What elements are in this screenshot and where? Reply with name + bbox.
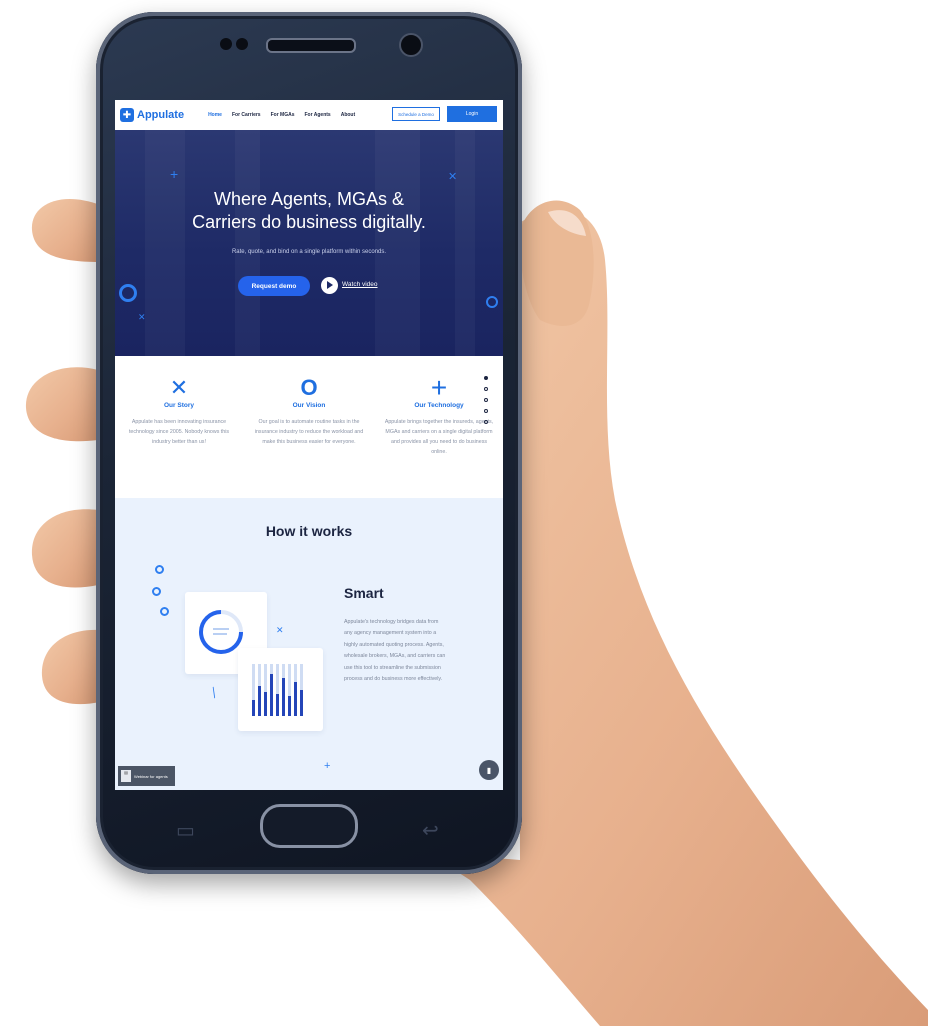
ring-icon xyxy=(486,296,498,308)
back-icon[interactable]: ↩ xyxy=(422,818,439,843)
nav-home[interactable]: Home xyxy=(208,112,222,118)
x-cross-icon: ✕ xyxy=(276,625,284,635)
phone-screen: ✚ Appulate Home For Carriers For MGAs Fo… xyxy=(115,100,503,790)
feature-text: Appulate has been innovating insurance t… xyxy=(128,419,230,445)
watch-video-link[interactable]: Watch video xyxy=(342,281,378,288)
pagination-dot[interactable] xyxy=(484,409,488,413)
feature-our-vision: O Our Vision Our goal is to automate rou… xyxy=(250,376,368,447)
circle-icon: O xyxy=(300,375,318,400)
hero-title: Where Agents, MGAs & Carriers do busines… xyxy=(115,188,503,234)
nav-for-mgas[interactable]: For MGAs xyxy=(271,112,295,118)
bar-chart-icon xyxy=(252,664,303,716)
hero-bg-stripe xyxy=(375,130,420,356)
feature-title: Our Vision xyxy=(292,402,326,409)
link-icon: ⁄ xyxy=(208,685,221,699)
feature-text: Appulate brings together the insureds, a… xyxy=(384,419,494,455)
login-button[interactable]: Login xyxy=(447,106,497,122)
feature-title: Our Story xyxy=(164,402,194,409)
plus-icon: + xyxy=(430,372,448,403)
ring-icon xyxy=(160,607,169,616)
feature-title: Our Technology xyxy=(414,402,464,409)
hero-subtitle: Rate, quote, and bind on a single platfo… xyxy=(231,249,387,255)
x-cross-icon: ✕ xyxy=(448,171,458,183)
features-section: ✕ Our Story Appulate has been innovating… xyxy=(115,356,503,498)
hero-bg-stripe xyxy=(235,130,260,356)
ring-icon xyxy=(152,587,161,596)
front-camera-icon xyxy=(399,33,423,57)
feature-text: Our goal is to automate routine tasks in… xyxy=(254,419,364,445)
pagination-dot[interactable] xyxy=(484,387,488,391)
ring-icon xyxy=(155,565,164,574)
top-navigation: ✚ Appulate Home For Carriers For MGAs Fo… xyxy=(115,100,503,131)
hero-bg-stripe xyxy=(145,130,185,356)
pagination-dot[interactable] xyxy=(484,420,488,424)
schedule-demo-button[interactable]: Schedule a Demo xyxy=(392,107,440,121)
logo-text: Appulate xyxy=(137,109,185,121)
webinar-widget[interactable]: ▤ Webinar for agents xyxy=(118,766,175,786)
recent-apps-icon[interactable]: ▭ xyxy=(176,818,195,843)
play-icon[interactable] xyxy=(321,277,338,294)
smart-description: Appulate's technology bridges data from … xyxy=(344,619,446,683)
nav-links: Home For Carriers For MGAs For Agents Ab… xyxy=(208,112,355,118)
how-it-works-section: How it works ✕ ⁄ Smart Appulate's techno… xyxy=(115,498,503,790)
hero-bg-stripe xyxy=(455,130,475,356)
request-demo-button[interactable]: Request demo xyxy=(238,276,310,296)
feature-our-story: ✕ Our Story Appulate has been innovating… xyxy=(120,376,238,447)
pagination-dot[interactable] xyxy=(484,376,488,380)
site-logo[interactable]: ✚ Appulate xyxy=(120,108,184,122)
chat-icon[interactable]: ▮ xyxy=(479,760,499,780)
nav-for-carriers[interactable]: For Carriers xyxy=(232,112,261,118)
bar-chart-card xyxy=(238,648,323,731)
hero-section: + ✕ ✕ Where Agents, MGAs & Carriers do b… xyxy=(115,130,503,356)
pagination-dot[interactable] xyxy=(484,398,488,402)
hero-title-line-1: Where Agents, MGAs & xyxy=(213,189,405,209)
hero-title-line-2: Carriers do business digitally. xyxy=(192,212,426,232)
home-button[interactable] xyxy=(260,804,358,848)
webinar-thumbnail: ▤ xyxy=(121,770,131,782)
plus-icon: + xyxy=(324,760,331,772)
nav-about[interactable]: About xyxy=(341,112,355,118)
section-pagination xyxy=(484,376,490,431)
smart-title: Smart xyxy=(344,585,384,601)
earpiece-speaker xyxy=(266,38,356,53)
camera-lens-icon xyxy=(220,38,232,50)
ring-icon xyxy=(119,284,137,302)
feature-our-technology: + Our Technology Appulate brings togethe… xyxy=(380,372,498,457)
how-it-works-title: How it works xyxy=(265,523,353,539)
x-cross-icon: ✕ xyxy=(169,375,189,400)
webinar-label: Webinar for agents xyxy=(134,773,168,779)
plus-icon: + xyxy=(170,166,179,182)
nav-for-agents[interactable]: For Agents xyxy=(304,112,330,118)
x-cross-icon: ✕ xyxy=(138,312,146,322)
sensor-icon xyxy=(236,38,248,50)
appulate-logo-icon: ✚ xyxy=(120,108,134,122)
